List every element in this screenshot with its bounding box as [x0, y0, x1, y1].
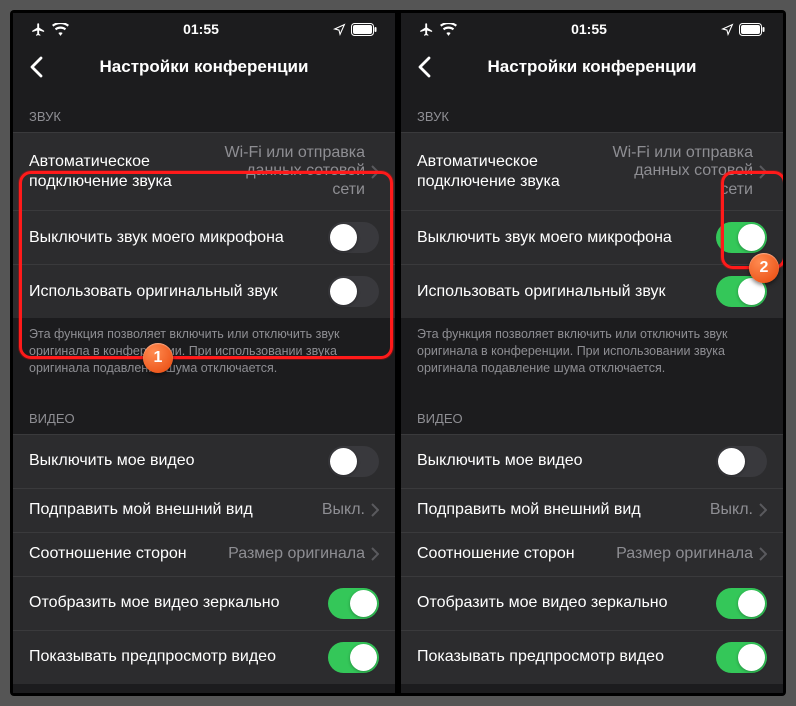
footer-original-sound: Эта функция позволяет включить или отклю…	[401, 318, 783, 391]
comparison-container: 01:55 Настройки конференции ЗВУК Автомат…	[10, 10, 786, 696]
row-label: Подправить мой внешний вид	[417, 500, 710, 520]
back-button[interactable]	[409, 56, 439, 78]
row-label: Выключить мое видео	[29, 451, 328, 471]
nav-bar: Настройки конференции	[13, 45, 395, 89]
nav-title: Настройки конференции	[401, 57, 783, 77]
chevron-right-icon	[371, 503, 379, 517]
row-original-sound: Использовать оригинальный звук	[401, 264, 783, 318]
section-header-general: ОБЩИЕ	[401, 684, 783, 693]
row-label: Автоматическое подключение звука	[417, 152, 598, 192]
row-value: Размер оригинала	[616, 545, 753, 563]
row-touch-up[interactable]: Подправить мой внешний вид Выкл.	[13, 488, 395, 532]
row-preview: Показывать предпросмотр видео	[401, 630, 783, 684]
row-label: Использовать оригинальный звук	[417, 282, 716, 302]
nav-bar: Настройки конференции	[401, 45, 783, 89]
row-label: Выключить звук моего микрофона	[417, 228, 716, 248]
row-label: Отобразить мое видео зеркально	[417, 593, 716, 613]
phone-left: 01:55 Настройки конференции ЗВУК Автомат…	[13, 13, 395, 693]
row-original-sound: Использовать оригинальный звук	[13, 264, 395, 318]
row-mute-video: Выключить мое видео	[401, 434, 783, 488]
back-button[interactable]	[21, 56, 51, 78]
status-bar: 01:55	[13, 13, 395, 45]
row-label: Соотношение сторон	[417, 544, 616, 564]
row-value: Wi-Fi или отправка данных сотовой сети	[598, 144, 753, 199]
row-label: Отобразить мое видео зеркально	[29, 593, 328, 613]
row-auto-connect[interactable]: Автоматическое подключение звука Wi-Fi и…	[401, 132, 783, 210]
row-value: Выкл.	[710, 501, 753, 519]
status-bar: 01:55	[401, 13, 783, 45]
chevron-right-icon	[371, 165, 379, 179]
toggle-mute-mic[interactable]	[716, 222, 767, 253]
row-value: Wi-Fi или отправка данных сотовой сети	[210, 144, 365, 199]
row-label: Автоматическое подключение звука	[29, 152, 210, 192]
battery-icon	[351, 23, 377, 36]
section-header-sound: ЗВУК	[13, 89, 395, 132]
chevron-left-icon	[30, 56, 43, 78]
location-icon	[721, 23, 734, 36]
toggle-original-sound[interactable]	[328, 276, 379, 307]
section-header-video: ВИДЕО	[13, 391, 395, 434]
row-label: Выключить звук моего микрофона	[29, 228, 328, 248]
badge-2: 2	[749, 253, 779, 283]
row-touch-up[interactable]: Подправить мой внешний вид Выкл.	[401, 488, 783, 532]
chevron-right-icon	[759, 503, 767, 517]
row-label: Показывать предпросмотр видео	[29, 647, 328, 667]
airplane-icon	[31, 22, 46, 37]
row-auto-connect[interactable]: Автоматическое подключение звука Wi-Fi и…	[13, 132, 395, 210]
badge-1: 1	[143, 343, 173, 373]
row-value: Выкл.	[322, 501, 365, 519]
chevron-right-icon	[759, 165, 767, 179]
row-label: Соотношение сторон	[29, 544, 228, 564]
chevron-left-icon	[418, 56, 431, 78]
toggle-mirror[interactable]	[716, 588, 767, 619]
wifi-icon	[440, 23, 457, 36]
section-header-video: ВИДЕО	[401, 391, 783, 434]
wifi-icon	[52, 23, 69, 36]
row-label: Использовать оригинальный звук	[29, 282, 328, 302]
toggle-mute-video[interactable]	[328, 446, 379, 477]
row-preview: Показывать предпросмотр видео	[13, 630, 395, 684]
row-label: Выключить мое видео	[417, 451, 716, 471]
row-label: Подправить мой внешний вид	[29, 500, 322, 520]
airplane-icon	[419, 22, 434, 37]
row-mute-mic: Выключить звук моего микрофона	[401, 210, 783, 264]
chevron-right-icon	[759, 547, 767, 561]
row-mirror: Отобразить мое видео зеркально	[13, 576, 395, 630]
row-mirror: Отобразить мое видео зеркально	[401, 576, 783, 630]
chevron-right-icon	[371, 547, 379, 561]
row-label: Показывать предпросмотр видео	[417, 647, 716, 667]
section-header-sound: ЗВУК	[401, 89, 783, 132]
toggle-mute-mic[interactable]	[328, 222, 379, 253]
status-time: 01:55	[571, 21, 607, 37]
row-aspect[interactable]: Соотношение сторон Размер оригинала	[13, 532, 395, 576]
toggle-mute-video[interactable]	[716, 446, 767, 477]
row-aspect[interactable]: Соотношение сторон Размер оригинала	[401, 532, 783, 576]
status-time: 01:55	[183, 21, 219, 37]
row-value: Размер оригинала	[228, 545, 365, 563]
footer-original-sound: Эта функция позволяет включить или отклю…	[13, 318, 395, 391]
toggle-mirror[interactable]	[328, 588, 379, 619]
location-icon	[333, 23, 346, 36]
battery-icon	[739, 23, 765, 36]
row-mute-video: Выключить мое видео	[13, 434, 395, 488]
row-mute-mic: Выключить звук моего микрофона	[13, 210, 395, 264]
toggle-preview[interactable]	[716, 642, 767, 673]
section-header-general: ОБЩИЕ	[13, 684, 395, 693]
nav-title: Настройки конференции	[13, 57, 395, 77]
toggle-preview[interactable]	[328, 642, 379, 673]
phone-right: 01:55 Настройки конференции ЗВУК Автомат…	[401, 13, 783, 693]
